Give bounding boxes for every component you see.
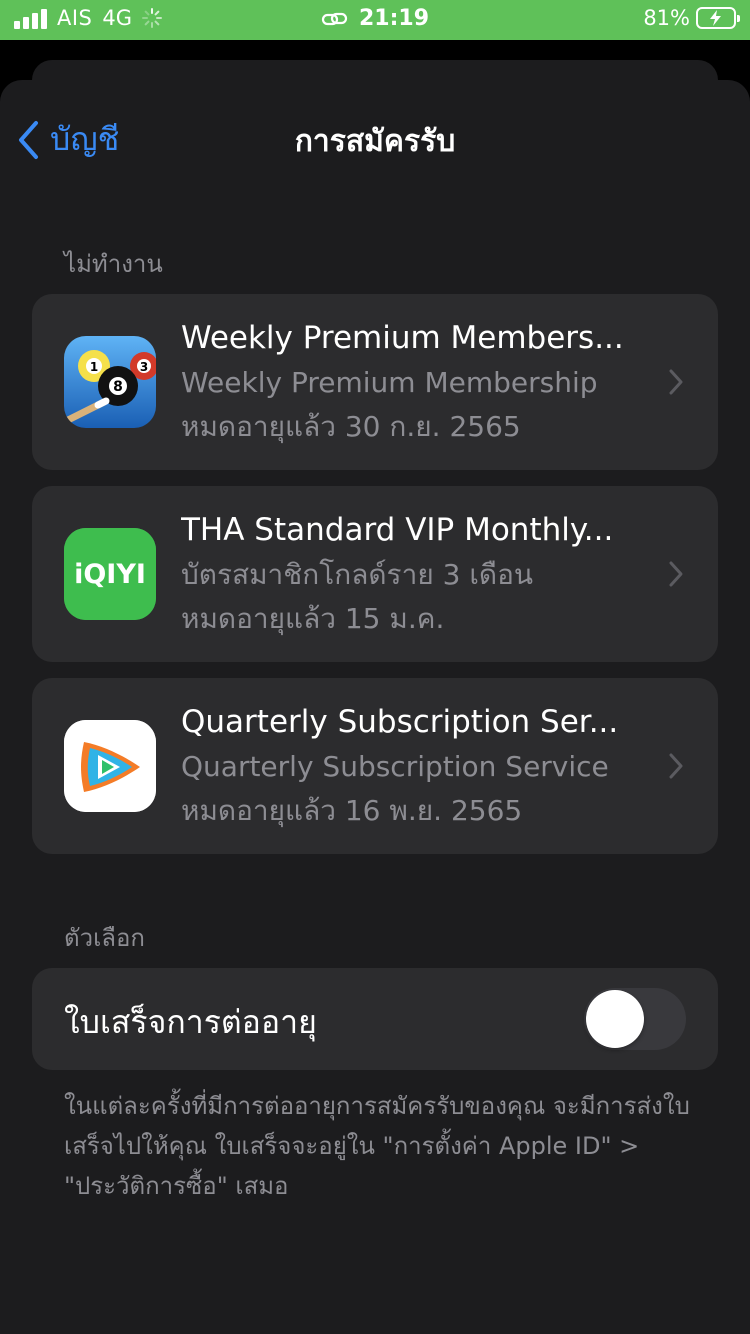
subscription-title: Quarterly Subscription Ser... <box>181 704 619 740</box>
toggle-knob <box>586 990 644 1048</box>
renewal-receipts-row: ใบเสร็จการต่ออายุ <box>32 968 718 1070</box>
subscription-subtitle: Weekly Premium Membership <box>181 366 598 399</box>
subscription-subtitle: บัตรสมาชิกโกลด์ราย 3 เดือน <box>181 558 534 591</box>
chevron-right-icon <box>669 753 683 779</box>
subscription-expiry: หมดอายุแล้ว 16 พ.ย. 2565 <box>181 794 523 827</box>
tencent-video-app-icon <box>64 720 156 812</box>
subscriptions-sheet: บัญชี การสมัครรับ ไม่ทำงาน 1 3 8 Weekly … <box>0 80 750 1334</box>
chevron-right-icon <box>669 561 683 587</box>
status-center: 21:19 <box>0 6 750 31</box>
link-icon <box>321 12 348 25</box>
subscription-item-8-ball-pool[interactable]: 1 3 8 Weekly Premium Members... Weekly P… <box>32 294 718 470</box>
renewal-receipts-footnote: ในแต่ละครั้งที่มีการต่ออายุการสมัครรับขอ… <box>64 1092 690 1200</box>
status-bar: AIS 4G 21:19 81% <box>0 0 750 40</box>
iqiyi-app-icon: iQIYI <box>64 528 156 620</box>
inactive-section-header: ไม่ทำงาน <box>64 250 163 278</box>
options-section-header: ตัวเลือก <box>64 924 145 952</box>
renewal-receipts-toggle[interactable] <box>584 988 686 1050</box>
subscription-expiry: หมดอายุแล้ว 15 ม.ค. <box>181 602 445 635</box>
status-right: 81% <box>643 6 740 30</box>
battery-percent: 81% <box>643 6 690 30</box>
subscription-expiry: หมดอายุแล้ว 30 ก.ย. 2565 <box>181 410 521 443</box>
subscription-item-tencent-video[interactable]: Quarterly Subscription Ser... Quarterly … <box>32 678 718 854</box>
renewal-receipts-label: ใบเสร็จการต่ออายุ <box>64 1003 317 1041</box>
iqiyi-logo-text: iQIYI <box>74 559 146 590</box>
subscription-title: THA Standard VIP Monthly... <box>181 512 614 548</box>
svg-text:1: 1 <box>90 360 98 374</box>
subscription-title: Weekly Premium Members... <box>181 320 624 356</box>
svg-text:3: 3 <box>140 360 148 374</box>
subscription-subtitle: Quarterly Subscription Service <box>181 750 609 783</box>
subscription-text: THA Standard VIP Monthly... บัตรสมาชิกโก… <box>181 510 638 639</box>
page-title: การสมัครรับ <box>294 124 456 159</box>
battery-charging-icon <box>696 7 740 29</box>
clock-time: 21:19 <box>358 6 430 31</box>
subscription-text: Weekly Premium Members... Weekly Premium… <box>181 318 638 447</box>
navigation-bar: บัญชี การสมัครรับ <box>0 80 750 190</box>
svg-text:8: 8 <box>113 379 123 395</box>
subscription-text: Quarterly Subscription Ser... Quarterly … <box>181 702 638 831</box>
subscription-item-iqiyi[interactable]: iQIYI THA Standard VIP Monthly... บัตรสม… <box>32 486 718 662</box>
eight-ball-pool-app-icon: 1 3 8 <box>64 336 156 428</box>
chevron-right-icon <box>669 369 683 395</box>
